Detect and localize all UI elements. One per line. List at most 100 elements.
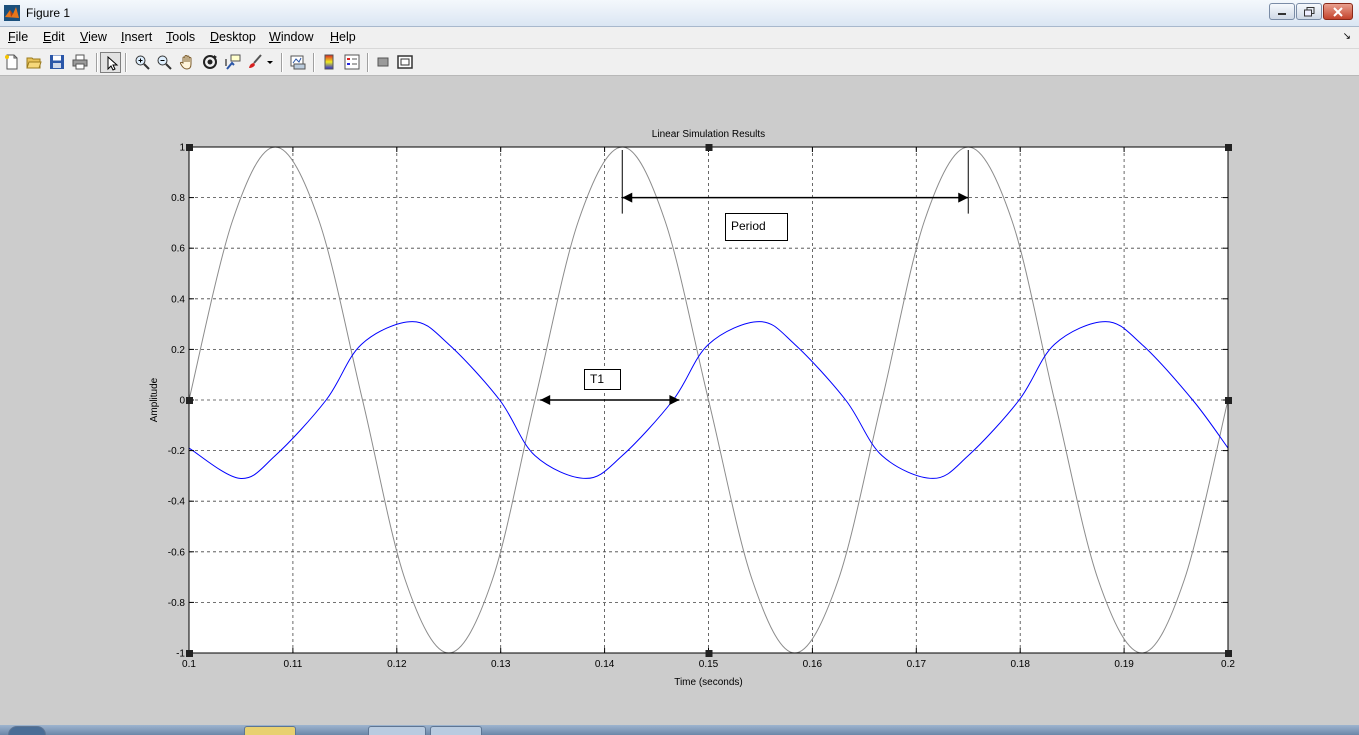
selection-handle[interactable] — [186, 650, 193, 657]
dock-arrow-icon[interactable]: ↘ — [1343, 31, 1351, 42]
zoom-in-icon — [135, 55, 150, 70]
menu-tools[interactable]: Tools — [166, 30, 195, 44]
legend-button[interactable] — [343, 53, 361, 71]
selection-handle[interactable] — [186, 397, 193, 404]
x-tick-label: 0.19 — [1114, 659, 1134, 670]
start-button[interactable] — [8, 726, 46, 735]
x-tick-label: 0.12 — [387, 659, 407, 670]
taskbar-app-button[interactable] — [244, 726, 296, 735]
y-tick-label: 1 — [179, 143, 185, 154]
x-axis-label: Time (seconds) — [674, 677, 743, 688]
chart-title: Linear Simulation Results — [652, 129, 765, 140]
zoom-out-button[interactable] — [155, 53, 173, 71]
show-plot-tools-icon — [397, 55, 413, 69]
zoom-in-button[interactable] — [133, 53, 151, 71]
y-tick-label: 0.4 — [171, 294, 185, 305]
selection-handle[interactable] — [1225, 144, 1232, 151]
toolbar-separator — [125, 53, 127, 72]
minimize-button[interactable] — [1269, 3, 1295, 20]
y-tick-label: -0.8 — [168, 598, 186, 609]
y-tick-label: -0.6 — [168, 547, 186, 558]
colorbar-button[interactable] — [320, 53, 338, 71]
selection-handle[interactable] — [705, 650, 713, 657]
open-file-button[interactable] — [25, 53, 43, 71]
y-tick-label: -1 — [176, 649, 185, 660]
taskbar — [0, 725, 1359, 735]
brush-dropdown-button[interactable] — [264, 53, 276, 71]
chevron-down-icon — [267, 61, 273, 64]
annotation-period-label[interactable]: Period — [725, 213, 788, 241]
toolbar-separator — [281, 53, 283, 72]
menu-window[interactable]: Window — [269, 30, 313, 44]
toolbar-separator — [96, 53, 98, 72]
hide-plot-tools-button[interactable] — [374, 53, 392, 71]
annotation-t1-label[interactable]: T1 — [584, 369, 621, 390]
y-tick-label: 0.2 — [171, 345, 185, 356]
link-plot-button[interactable] — [289, 53, 307, 71]
window-title: Figure 1 — [26, 6, 71, 20]
menu-help[interactable]: Help — [330, 30, 356, 44]
save-button[interactable] — [48, 53, 66, 71]
taskbar-app-button[interactable] — [368, 726, 426, 735]
y-tick-label: 0 — [179, 396, 185, 407]
menu-edit[interactable]: Edit — [43, 30, 65, 44]
new-figure-button[interactable] — [3, 53, 21, 71]
y-tick-label: -0.2 — [168, 446, 186, 457]
brush-button[interactable] — [246, 53, 264, 71]
data-cursor-icon — [225, 54, 241, 70]
pointer-arrow-icon — [107, 55, 118, 71]
y-tick-label: -0.4 — [168, 497, 186, 508]
selection-handle[interactable] — [1225, 650, 1232, 657]
x-tick-label: 0.2 — [1221, 659, 1235, 670]
hide-plot-tools-icon — [377, 57, 389, 67]
figure-toolbar — [0, 49, 1359, 76]
toolbar-separator — [313, 53, 315, 72]
x-tick-label: 0.16 — [803, 659, 823, 670]
toolbar-separator — [367, 53, 369, 72]
x-tick-label: 0.17 — [907, 659, 927, 670]
pan-button[interactable] — [178, 53, 196, 71]
new-file-icon — [5, 54, 18, 70]
hand-icon — [179, 54, 192, 70]
selection-handle[interactable] — [1225, 397, 1232, 404]
menu-bar: File Edit View Insert Tools Desktop Wind… — [0, 27, 1359, 49]
show-plot-tools-button[interactable] — [396, 53, 414, 71]
menu-insert[interactable]: Insert — [121, 30, 152, 44]
y-tick-label: 0.8 — [171, 193, 185, 204]
menu-file[interactable]: File — [8, 30, 28, 44]
menu-desktop[interactable]: Desktop — [210, 30, 256, 44]
zoom-out-icon — [157, 55, 172, 70]
print-button[interactable] — [71, 53, 89, 71]
brush-icon — [249, 54, 262, 68]
close-button[interactable] — [1323, 3, 1353, 20]
rotate-icon — [203, 55, 217, 69]
selection-handle[interactable] — [705, 144, 713, 151]
colorbar-icon — [324, 54, 334, 70]
link-plot-icon — [290, 55, 306, 70]
matlab-icon — [4, 5, 20, 21]
edit-plot-button[interactable] — [100, 52, 121, 73]
x-tick-label: 0.11 — [284, 659, 303, 670]
restore-button[interactable] — [1296, 3, 1322, 20]
title-bar: Figure 1 — [0, 0, 1359, 27]
rotate-3d-button[interactable] — [201, 53, 219, 71]
open-folder-icon — [26, 57, 42, 69]
y-tick-label: 0.6 — [171, 244, 185, 255]
selection-handle[interactable] — [186, 144, 193, 151]
axes[interactable]: 0.1 0.11 0.12 0.13 0.14 0.15 0.16 0.17 0.18 0.19 0… — [0, 76, 1359, 725]
y-axis-label: Amplitude — [149, 377, 160, 422]
menu-view[interactable]: View — [80, 30, 107, 44]
x-tick-label: 0.18 — [1010, 659, 1030, 670]
x-tick-label: 0.14 — [595, 659, 615, 670]
taskbar-app-button[interactable] — [430, 726, 482, 735]
close-icon — [1333, 6, 1343, 17]
x-tick-label: 0.13 — [491, 659, 511, 670]
x-tick-label: 0.1 — [182, 659, 196, 670]
x-tick-label: 0.15 — [699, 659, 719, 670]
minimize-icon — [1278, 12, 1286, 15]
restore-icon — [1303, 6, 1314, 16]
save-icon — [50, 55, 64, 69]
printer-icon — [72, 54, 88, 70]
figure-canvas: 0.1 0.11 0.12 0.13 0.14 0.15 0.16 0.17 0.18 0.19 0… — [0, 76, 1359, 725]
data-cursor-button[interactable] — [224, 53, 242, 71]
